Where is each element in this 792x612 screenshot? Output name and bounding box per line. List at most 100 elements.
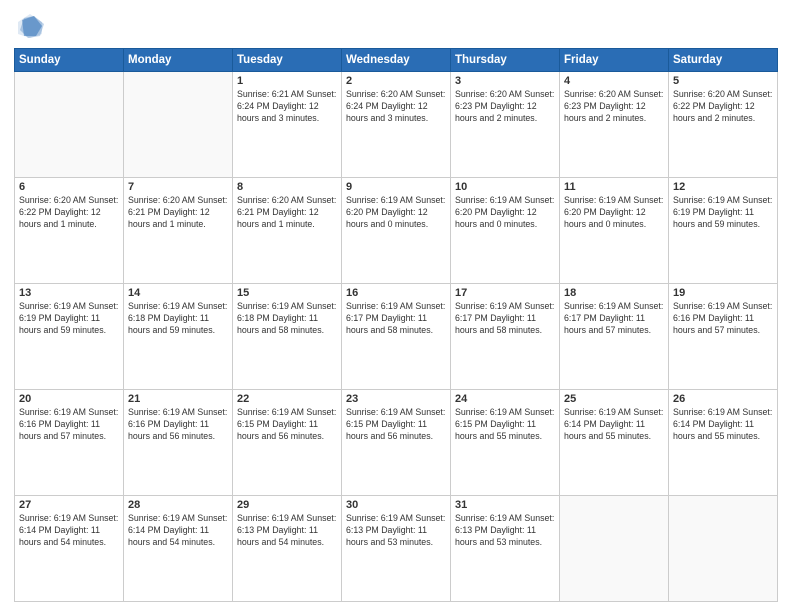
calendar-cell: 25Sunrise: 6:19 AM Sunset: 6:14 PM Dayli… <box>560 390 669 496</box>
day-number: 1 <box>237 75 337 87</box>
day-number: 9 <box>346 181 446 193</box>
calendar-cell: 20 Sunrise: 6:19 AM Sunset: 6:16 PM Dayli… <box>15 390 124 496</box>
calendar-cell: 24 Sunrise: 6:19 AM Sunset: 6:15 PM Dayli… <box>451 390 560 496</box>
day-of-week-friday: Friday <box>560 49 669 72</box>
day-number: 27 <box>19 499 119 511</box>
day-info: Sunrise: 6:19 AM Sunset: 6:20 PM Dayligh… <box>564 195 664 231</box>
day-number: 21 <box>128 393 228 405</box>
day-number: 2 <box>346 75 446 87</box>
day-of-week-saturday: Saturday <box>669 49 778 72</box>
calendar-cell: 23Sunrise: 6:19 AM Sunset: 6:15 PM Dayli… <box>342 390 451 496</box>
day-info: Sunrise: 6:19 AM Sunset: 6:13 PM Dayligh… <box>237 513 337 549</box>
day-number: 6 <box>19 181 119 193</box>
day-info: Sunrise: 6:20 AM Sunset: 6:22 PM Dayligh… <box>673 89 773 125</box>
day-info: Sunrise: 6:19 AM Sunset: 6:19 PM Dayligh… <box>19 301 119 337</box>
calendar-cell: 14Sunrise: 6:19 AM Sunset: 6:18 PM Dayli… <box>124 284 233 390</box>
week-row-1: 6 Sunrise: 6:20 AM Sunset: 6:22 PM Daylig… <box>15 178 778 284</box>
day-info: Sunrise: 6:20 AM Sunset: 6:21 PM Dayligh… <box>128 195 228 231</box>
day-number: 15 <box>237 287 337 299</box>
day-number: 29 <box>237 499 337 511</box>
calendar-cell: 31 Sunrise: 6:19 AM Sunset: 6:13 PM Dayli… <box>451 496 560 602</box>
day-of-week-wednesday: Wednesday <box>342 49 451 72</box>
day-number: 11 <box>564 181 664 193</box>
day-number: 14 <box>128 287 228 299</box>
calendar-header: SundayMondayTuesdayWednesdayThursdayFrid… <box>15 49 778 72</box>
day-info: Sunrise: 6:19 AM Sunset: 6:16 PM Dayligh… <box>673 301 773 337</box>
logo <box>14 10 50 42</box>
day-number: 12 <box>673 181 773 193</box>
day-number: 17 <box>455 287 555 299</box>
day-info: Sunrise: 6:19 AM Sunset: 6:17 PM Dayligh… <box>346 301 446 337</box>
day-info: Sunrise: 6:20 AM Sunset: 6:23 PM Dayligh… <box>564 89 664 125</box>
day-number: 28 <box>128 499 228 511</box>
day-number: 31 <box>455 499 555 511</box>
day-number: 3 <box>455 75 555 87</box>
day-number: 5 <box>673 75 773 87</box>
day-of-week-tuesday: Tuesday <box>233 49 342 72</box>
day-info: Sunrise: 6:19 AM Sunset: 6:16 PM Dayligh… <box>19 407 119 443</box>
calendar-cell: 2 Sunrise: 6:20 AM Sunset: 6:24 PM Daylig… <box>342 72 451 178</box>
day-number: 22 <box>237 393 337 405</box>
day-number: 24 <box>455 393 555 405</box>
calendar-cell: 9 Sunrise: 6:19 AM Sunset: 6:20 PM Daylig… <box>342 178 451 284</box>
calendar-cell: 10Sunrise: 6:19 AM Sunset: 6:20 PM Dayli… <box>451 178 560 284</box>
week-row-3: 20 Sunrise: 6:19 AM Sunset: 6:16 PM Dayli… <box>15 390 778 496</box>
calendar-cell: 19 Sunrise: 6:19 AM Sunset: 6:16 PM Dayli… <box>669 284 778 390</box>
day-number: 26 <box>673 393 773 405</box>
day-number: 8 <box>237 181 337 193</box>
calendar-cell <box>15 72 124 178</box>
day-info: Sunrise: 6:20 AM Sunset: 6:22 PM Dayligh… <box>19 195 119 231</box>
calendar-cell: 18Sunrise: 6:19 AM Sunset: 6:17 PM Dayli… <box>560 284 669 390</box>
week-row-4: 27 Sunrise: 6:19 AM Sunset: 6:14 PM Dayli… <box>15 496 778 602</box>
day-info: Sunrise: 6:19 AM Sunset: 6:20 PM Dayligh… <box>455 195 555 231</box>
calendar-cell: 16 Sunrise: 6:19 AM Sunset: 6:17 PM Dayli… <box>342 284 451 390</box>
day-number: 13 <box>19 287 119 299</box>
day-info: Sunrise: 6:19 AM Sunset: 6:13 PM Dayligh… <box>455 513 555 549</box>
day-info: Sunrise: 6:19 AM Sunset: 6:17 PM Dayligh… <box>564 301 664 337</box>
calendar-cell: 5 Sunrise: 6:20 AM Sunset: 6:22 PM Daylig… <box>669 72 778 178</box>
day-info: Sunrise: 6:19 AM Sunset: 6:14 PM Dayligh… <box>673 407 773 443</box>
week-row-0: 1 Sunrise: 6:21 AM Sunset: 6:24 PM Daylig… <box>15 72 778 178</box>
day-number: 7 <box>128 181 228 193</box>
day-number: 30 <box>346 499 446 511</box>
page: SundayMondayTuesdayWednesdayThursdayFrid… <box>0 0 792 612</box>
days-of-week-row: SundayMondayTuesdayWednesdayThursdayFrid… <box>15 49 778 72</box>
day-info: Sunrise: 6:20 AM Sunset: 6:24 PM Dayligh… <box>346 89 446 125</box>
day-number: 4 <box>564 75 664 87</box>
calendar-cell <box>124 72 233 178</box>
day-info: Sunrise: 6:19 AM Sunset: 6:15 PM Dayligh… <box>237 407 337 443</box>
calendar-cell: 26 Sunrise: 6:19 AM Sunset: 6:14 PM Dayli… <box>669 390 778 496</box>
day-number: 20 <box>19 393 119 405</box>
day-of-week-thursday: Thursday <box>451 49 560 72</box>
day-info: Sunrise: 6:20 AM Sunset: 6:21 PM Dayligh… <box>237 195 337 231</box>
calendar-cell: 7 Sunrise: 6:20 AM Sunset: 6:21 PM Daylig… <box>124 178 233 284</box>
day-info: Sunrise: 6:19 AM Sunset: 6:15 PM Dayligh… <box>455 407 555 443</box>
calendar-cell: 21Sunrise: 6:19 AM Sunset: 6:16 PM Dayli… <box>124 390 233 496</box>
calendar-cell: 3Sunrise: 6:20 AM Sunset: 6:23 PM Daylig… <box>451 72 560 178</box>
calendar-cell: 4 Sunrise: 6:20 AM Sunset: 6:23 PM Daylig… <box>560 72 669 178</box>
calendar-body: 1 Sunrise: 6:21 AM Sunset: 6:24 PM Daylig… <box>15 72 778 602</box>
calendar-cell: 15 Sunrise: 6:19 AM Sunset: 6:18 PM Dayli… <box>233 284 342 390</box>
calendar-cell: 27 Sunrise: 6:19 AM Sunset: 6:14 PM Dayli… <box>15 496 124 602</box>
day-info: Sunrise: 6:19 AM Sunset: 6:20 PM Dayligh… <box>346 195 446 231</box>
day-info: Sunrise: 6:19 AM Sunset: 6:15 PM Dayligh… <box>346 407 446 443</box>
logo-icon <box>14 10 46 42</box>
week-row-2: 13 Sunrise: 6:19 AM Sunset: 6:19 PM Dayli… <box>15 284 778 390</box>
calendar-cell: 17 Sunrise: 6:19 AM Sunset: 6:17 PM Dayli… <box>451 284 560 390</box>
day-info: Sunrise: 6:19 AM Sunset: 6:14 PM Dayligh… <box>564 407 664 443</box>
day-info: Sunrise: 6:19 AM Sunset: 6:17 PM Dayligh… <box>455 301 555 337</box>
day-info: Sunrise: 6:19 AM Sunset: 6:14 PM Dayligh… <box>19 513 119 549</box>
day-number: 19 <box>673 287 773 299</box>
calendar-cell <box>669 496 778 602</box>
calendar-table: SundayMondayTuesdayWednesdayThursdayFrid… <box>14 48 778 602</box>
day-info: Sunrise: 6:19 AM Sunset: 6:18 PM Dayligh… <box>237 301 337 337</box>
calendar-cell: 12 Sunrise: 6:19 AM Sunset: 6:19 PM Dayli… <box>669 178 778 284</box>
calendar-cell <box>560 496 669 602</box>
day-info: Sunrise: 6:19 AM Sunset: 6:19 PM Dayligh… <box>673 195 773 231</box>
day-number: 16 <box>346 287 446 299</box>
day-info: Sunrise: 6:19 AM Sunset: 6:14 PM Dayligh… <box>128 513 228 549</box>
header <box>14 10 778 42</box>
day-info: Sunrise: 6:21 AM Sunset: 6:24 PM Dayligh… <box>237 89 337 125</box>
calendar-cell: 8 Sunrise: 6:20 AM Sunset: 6:21 PM Daylig… <box>233 178 342 284</box>
calendar-cell: 29 Sunrise: 6:19 AM Sunset: 6:13 PM Dayli… <box>233 496 342 602</box>
